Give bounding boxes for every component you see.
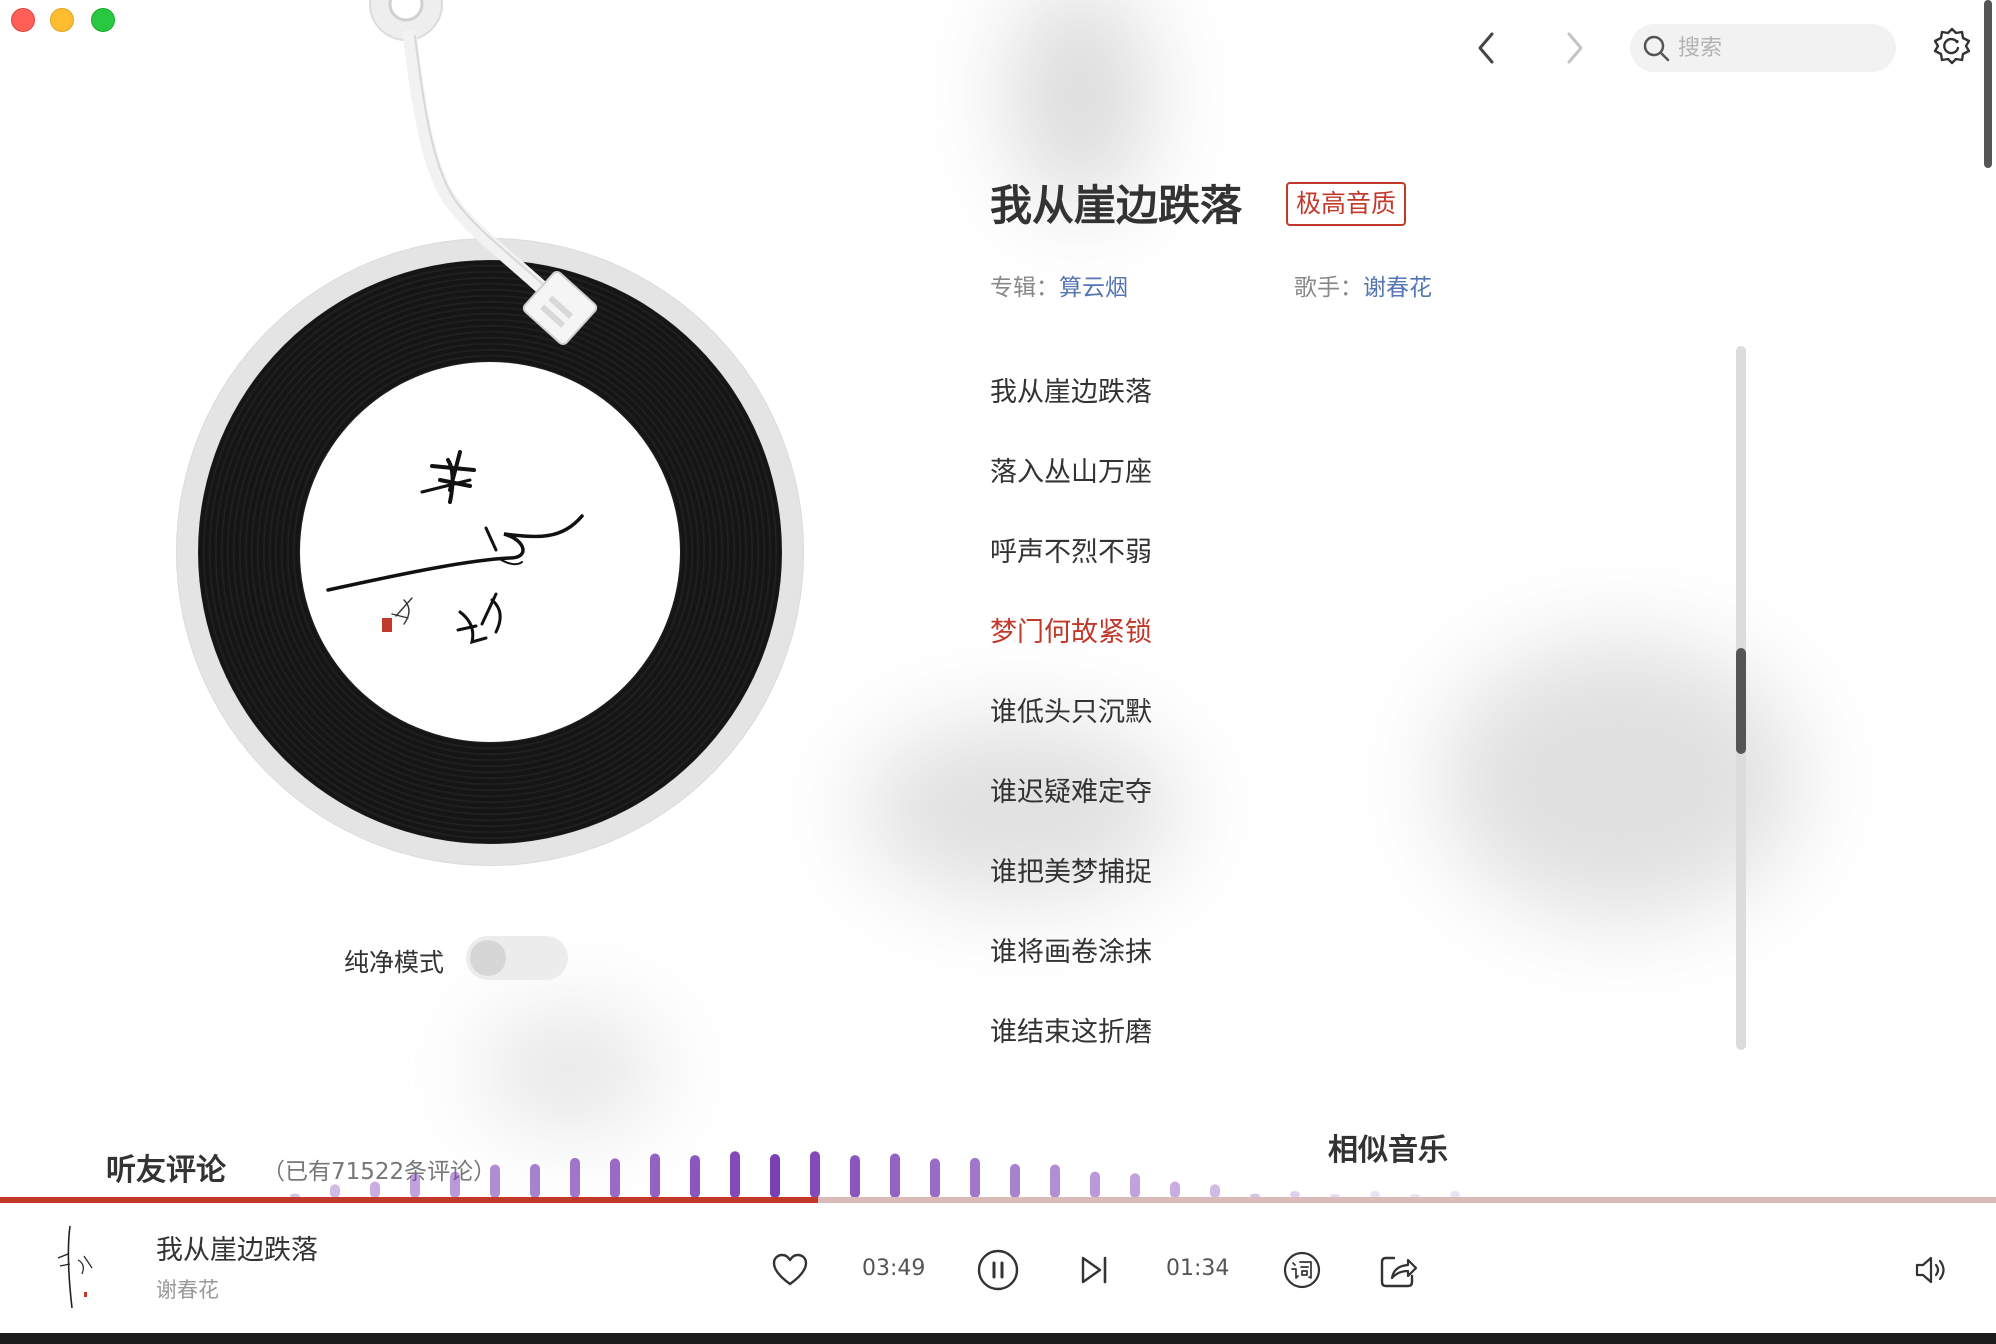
visualizer-bar: [330, 1184, 340, 1198]
visualizer-bar: [730, 1151, 740, 1198]
next-track-button[interactable]: [1074, 1250, 1114, 1290]
visualizer-bar: [1090, 1171, 1100, 1198]
lyric-line[interactable]: 谁结束这折磨: [990, 1010, 1152, 1049]
visualizer-bar: [450, 1171, 460, 1198]
search-input[interactable]: [1678, 35, 1878, 61]
lyrics-panel[interactable]: 我从崖边跌落 落入丛山万座 呼声不烈不弱 梦门何故紧锁 谁低头只沉默 谁迟疑难定…: [990, 340, 1690, 1060]
visualizer-bar: [1210, 1184, 1220, 1198]
lyric-line[interactable]: 我从崖边跌落: [990, 370, 1152, 409]
lyric-line-current[interactable]: 梦门何故紧锁: [990, 610, 1152, 649]
album-calligraphy-art: [326, 450, 584, 645]
bg-blur: [480, 1010, 660, 1130]
lyric-line[interactable]: 落入丛山万座: [990, 450, 1152, 489]
visualizer-bar: [1130, 1173, 1140, 1198]
close-window-button[interactable]: [11, 8, 35, 32]
lyric-line[interactable]: 谁把美梦捕捉: [990, 850, 1152, 889]
album-label: 专辑：: [990, 275, 1059, 301]
share-button[interactable]: [1376, 1248, 1420, 1292]
now-playing-cover[interactable]: [22, 1216, 118, 1316]
audio-visualizer: [290, 1151, 1460, 1198]
remaining-time: 01:34: [1166, 1256, 1230, 1281]
song-title: 我从崖边跌落: [990, 181, 1243, 230]
play-pause-button[interactable]: [976, 1248, 1020, 1292]
quality-badge[interactable]: 极高音质: [1286, 182, 1407, 226]
visualizer-bar: [370, 1181, 380, 1198]
volume-icon: [1915, 1256, 1945, 1284]
album-info: 专辑：算云烟: [990, 268, 1128, 302]
lyric-line[interactable]: 谁将画卷涂抹: [990, 930, 1152, 969]
lyrics-icon: [1283, 1251, 1321, 1289]
visualizer-bar: [970, 1157, 980, 1198]
pure-mode-label: 纯净模式: [344, 948, 445, 977]
visualizer-bar: [930, 1158, 940, 1198]
search-box[interactable]: [1630, 24, 1896, 72]
visualizer-bar: [850, 1155, 860, 1198]
artist-info: 歌手：谢春花: [1294, 268, 1432, 302]
forward-button[interactable]: [1551, 24, 1599, 72]
album-thumbnail: [57, 1225, 93, 1309]
window-scrollbar[interactable]: [1984, 0, 1992, 168]
minimize-window-button[interactable]: [50, 8, 74, 32]
visualizer-bar: [810, 1151, 820, 1198]
visualizer-bar: [1170, 1181, 1180, 1198]
volume-button[interactable]: [1910, 1250, 1954, 1290]
visualizer-bar: [610, 1158, 620, 1198]
tonearm: [369, 0, 598, 345]
visualizer-bar: [1010, 1163, 1020, 1198]
heart-icon: [772, 1253, 808, 1286]
visualizer-bar: [890, 1153, 900, 1198]
visualizer-bar: [1050, 1164, 1060, 1198]
like-button[interactable]: [768, 1248, 812, 1292]
settings-icon: [1933, 27, 1971, 65]
visualizer-bar: [650, 1153, 660, 1198]
now-playing-title[interactable]: 我从崖边跌落: [156, 1228, 318, 1267]
visualizer-bar: [530, 1163, 540, 1198]
lyrics-toggle-button[interactable]: [1280, 1248, 1324, 1292]
elapsed-time: 03:49: [862, 1256, 926, 1281]
pause-icon: [977, 1249, 1019, 1291]
now-playing-artist[interactable]: 谢春花: [156, 1274, 219, 1304]
album-cover-label: [300, 362, 680, 742]
artist-label: 歌手：: [1294, 275, 1363, 301]
artist-link[interactable]: 谢春花: [1363, 275, 1432, 301]
visualizer-bar: [770, 1154, 780, 1198]
lyric-line[interactable]: 谁迟疑难定夺: [990, 770, 1152, 809]
share-icon: [1380, 1256, 1418, 1288]
window-edge: [0, 1333, 1996, 1344]
settings-button[interactable]: [1930, 24, 1974, 68]
pure-mode-toggle[interactable]: [466, 936, 568, 980]
chevron-left-icon: [1478, 32, 1494, 64]
lyric-line[interactable]: 呼声不烈不弱: [990, 530, 1152, 569]
toggle-knob: [470, 940, 506, 976]
chevron-right-icon: [1567, 32, 1583, 64]
zoom-window-button[interactable]: [91, 8, 115, 32]
back-button[interactable]: [1462, 24, 1510, 72]
comments-title: 听友评论: [106, 1153, 226, 1188]
lyrics-scrollbar-thumb[interactable]: [1736, 648, 1746, 754]
visualizer-bar: [690, 1155, 700, 1198]
visualizer-bar: [570, 1157, 580, 1198]
music-player-window: 纯净模式 我从崖边跌落 极高音质 专辑：算云烟 歌手：谢春花 我从崖边跌落 落入…: [0, 0, 1996, 1344]
visualizer-bar: [490, 1164, 500, 1198]
visualizer-bar: [410, 1173, 420, 1198]
skip-next-icon: [1081, 1256, 1107, 1284]
album-link[interactable]: 算云烟: [1059, 275, 1128, 301]
lyric-line[interactable]: 谁低头只沉默: [990, 690, 1152, 729]
search-icon: [1643, 35, 1670, 62]
